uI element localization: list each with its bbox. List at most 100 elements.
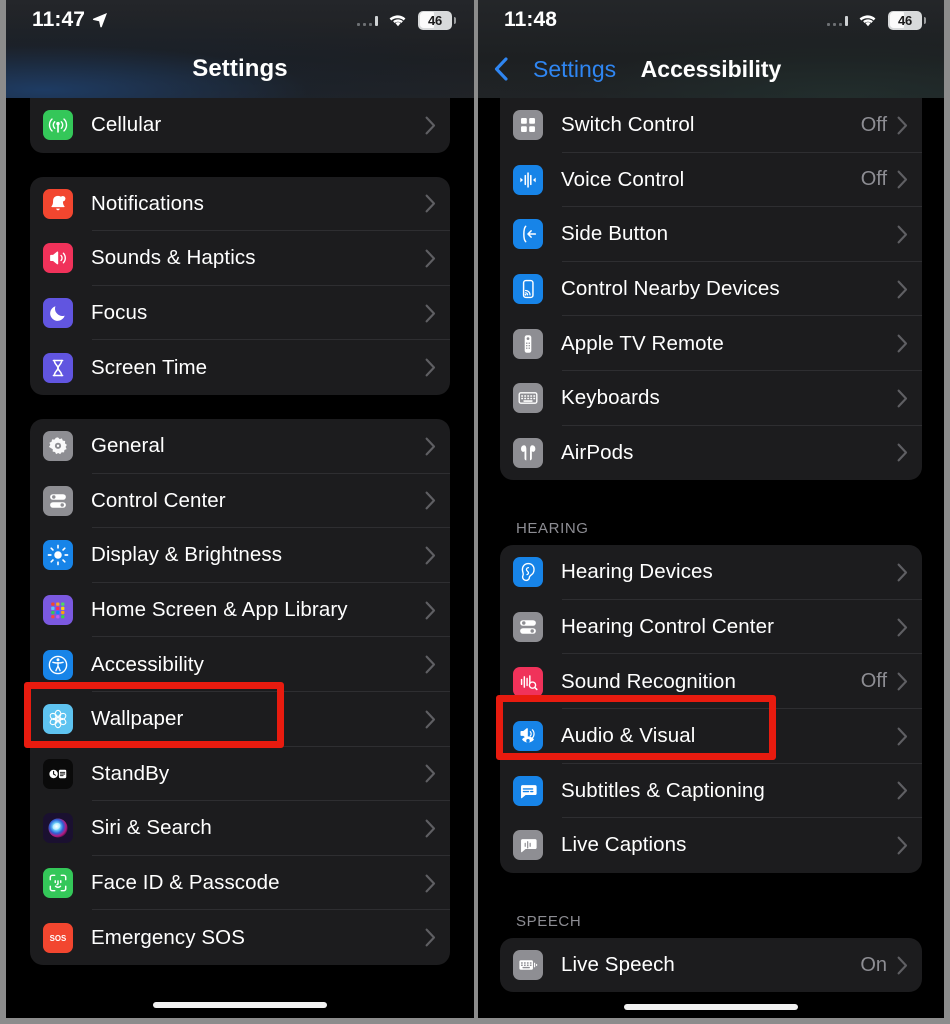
standby-icon (43, 758, 73, 789)
list-item[interactable]: Switch Control Off (500, 98, 922, 153)
list-item[interactable]: Sound Recognition Off (500, 654, 922, 709)
settings-group: Hearing Devices Hearing Control Center Sou… (500, 545, 922, 873)
chevron-right-icon (425, 491, 436, 510)
list-item-label: Home Screen & App Library (91, 598, 348, 622)
chevron-right-icon (897, 563, 908, 582)
list-item-label: Accessibility (91, 652, 204, 676)
settings-group: Notifications Sounds & Haptics Focus Screen… (30, 176, 450, 395)
chevron-right-icon (897, 280, 908, 299)
airpods-icon (513, 437, 543, 468)
chevron-right-icon (425, 655, 436, 674)
list-item-label: Screen Time (91, 355, 208, 379)
list-item[interactable]: StandBy (30, 747, 450, 802)
list-item[interactable]: Control Nearby Devices (500, 262, 922, 317)
status-indicators-right: 46 (826, 10, 926, 30)
chevron-right-icon (897, 116, 908, 135)
chevron-right-icon (897, 781, 908, 800)
list-item[interactable]: Subtitles & Captioning (500, 764, 922, 819)
chevron-right-icon (897, 389, 908, 408)
list-item[interactable]: Apple TV Remote (500, 316, 922, 371)
list-item-value: Off (860, 113, 887, 136)
group-gap (500, 873, 922, 913)
home-indicator-left (153, 1002, 327, 1008)
chevron-right-icon (425, 601, 436, 619)
voice-control-icon (513, 164, 543, 195)
list-item[interactable]: Side Button (500, 207, 922, 262)
list-item[interactable]: Face ID & Passcode (30, 856, 450, 911)
app-grid-icon (43, 595, 73, 626)
group-gap (500, 480, 922, 520)
chevron-right-icon (425, 358, 436, 377)
list-item[interactable]: Hearing Control Center (500, 600, 922, 655)
list-item[interactable]: Wallpaper (30, 692, 450, 747)
list-item[interactable]: Voice Control Off (500, 153, 922, 208)
right-scroll-content[interactable]: Switch Control Off Voice Control Off Side Bu… (478, 98, 944, 1018)
accessibility-icon (43, 649, 73, 680)
list-item-label: General (91, 434, 165, 458)
list-item[interactable]: Live Captions (500, 818, 922, 873)
list-item[interactable]: Accessibility (30, 637, 450, 692)
list-item[interactable]: SOS Emergency SOS (30, 910, 450, 965)
audio-visual-icon (513, 721, 543, 752)
pane-divider (474, 0, 478, 1018)
group-gap (30, 153, 450, 177)
speaker-waves-icon (43, 243, 73, 274)
list-item[interactable]: Hearing Devices (500, 545, 922, 600)
captioning-icon (513, 775, 543, 806)
list-item[interactable]: Live Speech On (500, 938, 922, 993)
right-status-bar: 11:48 46 (478, 0, 944, 40)
battery-percent: 46 (897, 12, 913, 28)
list-item-label: Focus (91, 301, 148, 325)
list-item-label: Sounds & Haptics (91, 246, 256, 270)
ear-icon (513, 557, 543, 588)
left-phone-pane: 11:47 46 Settings Cellular Notifications… (6, 0, 474, 1018)
list-item-label: Voice Control (561, 167, 685, 191)
page-title-settings: Settings (192, 55, 288, 82)
list-item[interactable]: AirPods (500, 426, 922, 481)
group-gap (30, 395, 450, 419)
side-button-icon (513, 219, 543, 250)
list-item-label: AirPods (561, 440, 634, 464)
list-item[interactable]: Screen Time (30, 340, 450, 395)
list-item-label: Keyboards (561, 386, 660, 410)
chevron-right-icon (425, 116, 436, 135)
list-item[interactable]: Control Center (30, 474, 450, 529)
settings-group: General Control Center Display & Brightnes… (30, 418, 450, 965)
list-item[interactable]: Audio & Visual (500, 709, 922, 764)
list-item[interactable]: Sounds & Haptics (30, 231, 450, 286)
list-item[interactable]: Cellular (30, 98, 450, 153)
keyboard-icon (513, 383, 543, 414)
section-header: HEARING (516, 520, 589, 538)
flower-icon (43, 704, 73, 735)
settings-group: Live Speech On (500, 937, 922, 993)
list-item[interactable]: Siri & Search (30, 801, 450, 856)
right-topbar: 11:48 46 Settings Accessibility (478, 0, 944, 98)
status-indicators-left: 46 (356, 10, 456, 30)
chevron-right-icon (425, 710, 436, 729)
nearby-devices-icon (513, 274, 543, 305)
settings-group: Cellular (30, 98, 450, 153)
svg-text:SOS: SOS (50, 934, 67, 943)
list-item[interactable]: Home Screen & App Library (30, 583, 450, 638)
status-clock-left: 11:47 (32, 8, 108, 32)
left-nav-bar: Settings (6, 40, 474, 98)
list-item[interactable]: Focus (30, 286, 450, 341)
battery-indicator-left: 46 (418, 10, 456, 30)
moon-icon (43, 298, 73, 329)
back-button-settings[interactable]: Settings (494, 56, 616, 83)
screenshot-root: 11:47 46 Settings Cellular Notifications… (0, 0, 950, 1024)
list-item[interactable]: Notifications (30, 177, 450, 232)
chevron-right-icon (897, 443, 908, 462)
list-item[interactable]: Display & Brightness (30, 528, 450, 583)
list-item-label: Hearing Control Center (561, 615, 774, 639)
right-phone-pane: 11:48 46 Settings Accessibility Switch C… (478, 0, 944, 1018)
left-scroll-content[interactable]: Cellular Notifications Sounds & Haptics Foc… (6, 98, 474, 1018)
list-item[interactable]: Keyboards (500, 371, 922, 426)
list-item-label: Face ID & Passcode (91, 871, 280, 895)
list-item-value: On (860, 953, 887, 976)
cellular-signal-icon (826, 14, 848, 26)
left-status-bar: 11:47 46 (6, 0, 474, 40)
list-item-label: Emergency SOS (91, 925, 245, 949)
chevron-right-icon (425, 304, 436, 323)
list-item[interactable]: General (30, 419, 450, 474)
